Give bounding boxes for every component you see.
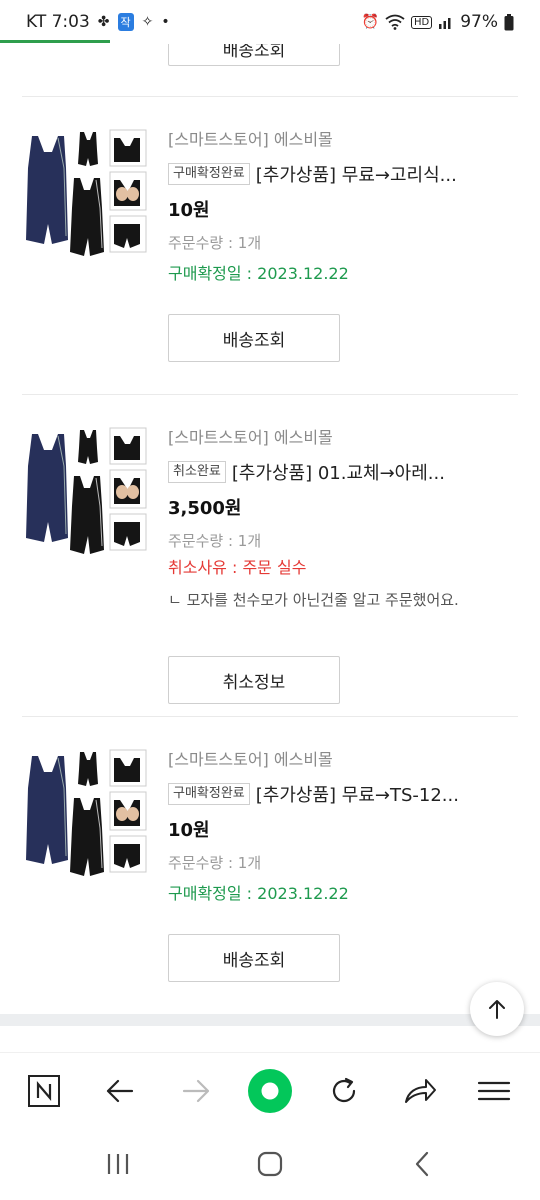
delivery-tracking-button-partial[interactable]: 배송조회 — [168, 44, 340, 66]
battery-percent: 97% — [460, 12, 498, 32]
divider — [22, 716, 518, 717]
order-info: [스마트스토어] 에스비몰 구매확정완료 [추가상품] 무료→TS-12... … — [168, 748, 518, 982]
product-name[interactable]: [추가상품] 01.교체→아레... — [232, 459, 445, 485]
purchase-confirm-date: 구매확정일 : 2023.12.22 — [168, 884, 349, 903]
menu-button[interactable] — [470, 1067, 518, 1115]
status-badge: 취소완료 — [168, 461, 226, 483]
store-name[interactable]: [스마트스토어] 에스비몰 — [168, 426, 518, 450]
cancel-detail: ㄴ 모자를 천수모가 아닌건줄 알고 주문했어요. — [168, 591, 459, 609]
refresh-icon — [332, 1077, 356, 1103]
alarm-icon: ⏰ — [361, 14, 379, 30]
order-list: 배송조회 [스마트스토어] 에스비몰 구매확정완료 [추가상품] 무료→고리식.… — [0, 44, 540, 1014]
recent-apps-icon — [107, 1154, 129, 1174]
naver-n-icon — [28, 1075, 60, 1107]
purchase-confirm-date: 구매확정일 : 2023.12.22 — [168, 264, 349, 283]
share-button[interactable] — [396, 1067, 444, 1115]
arrow-up-icon — [489, 1000, 505, 1019]
cancel-reason: 취소사유 : 주문 실수 — [168, 558, 307, 577]
back-button[interactable] — [96, 1067, 144, 1115]
home-button[interactable] — [250, 1144, 290, 1184]
naver-home-button[interactable] — [20, 1067, 68, 1115]
hd-icon: HD — [410, 15, 433, 29]
home-icon — [257, 1151, 283, 1177]
back-arrow-icon — [106, 1079, 134, 1103]
wifi-icon — [385, 14, 405, 30]
browser-toolbar — [0, 1052, 540, 1128]
forward-button[interactable] — [172, 1067, 220, 1115]
order-info: [스마트스토어] 에스비몰 취소완료 [추가상품] 01.교체→아레... 3,… — [168, 426, 518, 704]
store-name[interactable]: [스마트스토어] 에스비몰 — [168, 748, 518, 772]
delivery-tracking-button[interactable]: 배송조회 — [168, 934, 340, 982]
order-info: [스마트스토어] 에스비몰 구매확정완료 [추가상품] 무료→고리식... 10… — [168, 128, 518, 362]
signal-icon — [439, 18, 451, 29]
sparkle-icon: ✧ — [141, 14, 154, 30]
store-name[interactable]: [스마트스토어] 에스비몰 — [168, 128, 518, 152]
divider — [22, 96, 518, 97]
battery-icon — [504, 13, 514, 30]
price: 3,500원 — [168, 498, 242, 519]
dot-icon: • — [161, 14, 170, 30]
order-quantity: 주문수량 : 1개 — [168, 532, 262, 550]
page-loading-bar — [0, 40, 110, 43]
system-back-button[interactable] — [402, 1144, 442, 1184]
status-badge: 구매확정완료 — [168, 783, 250, 805]
product-name[interactable]: [추가상품] 무료→TS-12... — [256, 781, 459, 807]
order-quantity: 주문수량 : 1개 — [168, 854, 262, 872]
scroll-to-top-button[interactable] — [470, 982, 524, 1036]
system-nav-bar — [0, 1128, 540, 1200]
refresh-button[interactable] — [320, 1067, 368, 1115]
green-home-icon — [248, 1069, 292, 1113]
chat-badge: 작 — [117, 13, 134, 31]
forward-arrow-icon — [182, 1079, 210, 1103]
menu-icon — [477, 1081, 511, 1101]
chevron-left-icon — [415, 1151, 429, 1177]
price: 10원 — [168, 200, 210, 221]
cancel-info-button[interactable]: 취소정보 — [168, 656, 340, 704]
product-thumbnail[interactable] — [22, 128, 150, 260]
product-name[interactable]: [추가상품] 무료→고리식... — [256, 161, 457, 187]
delivery-tracking-button[interactable]: 배송조회 — [168, 314, 340, 362]
product-thumbnail[interactable] — [22, 748, 150, 880]
product-thumbnail[interactable] — [22, 426, 150, 558]
status-badge: 구매확정완료 — [168, 163, 250, 185]
order-quantity: 주문수량 : 1개 — [168, 234, 262, 252]
status-bar: KT 7:03 ✤ 작 ✧ • ⏰ HD 97% — [0, 0, 540, 44]
section-separator — [0, 1014, 540, 1026]
carrier-time: KT 7:03 — [26, 12, 90, 32]
price: 10원 — [168, 820, 210, 841]
share-icon — [405, 1079, 436, 1103]
pinwheel-icon: ✤ — [97, 14, 110, 30]
recent-apps-button[interactable] — [98, 1144, 138, 1184]
divider — [22, 394, 518, 395]
green-dot-button[interactable] — [246, 1067, 294, 1115]
